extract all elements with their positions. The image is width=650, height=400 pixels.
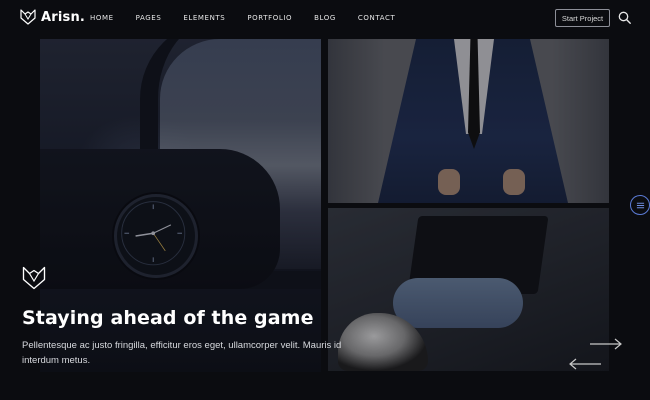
fox-head-icon <box>22 266 46 290</box>
brand-logo[interactable]: Arisn. <box>20 9 85 25</box>
site-header: Arisn. HOME PAGES ELEMENTS PORTFOLIO BLO… <box>0 0 650 36</box>
slide-description: Pellentesque ac justo fringilla, efficit… <box>22 340 342 366</box>
brand-name: Arisn. <box>41 9 86 25</box>
search-icon[interactable] <box>618 11 631 24</box>
nav-item-contact[interactable]: CONTACT <box>358 14 395 22</box>
nav-item-blog[interactable]: BLOG <box>314 14 336 22</box>
nav-item-pages[interactable]: PAGES <box>136 14 162 22</box>
nav-item-elements[interactable]: ELEMENTS <box>183 14 225 22</box>
slide-title: Staying ahead of the game <box>22 307 314 329</box>
arrow-right-icon[interactable] <box>589 338 623 350</box>
slide-image-suit[interactable] <box>328 39 609 203</box>
main-nav: HOME PAGES ELEMENTS PORTFOLIO BLOG CONTA… <box>90 14 417 22</box>
nav-item-portfolio[interactable]: PORTFOLIO <box>247 14 292 22</box>
start-project-button[interactable]: Start Project <box>555 9 610 27</box>
menu-icon <box>636 202 644 208</box>
fox-head-icon <box>20 9 36 25</box>
side-menu-button[interactable] <box>630 195 650 215</box>
slide-image-laptop[interactable] <box>328 208 609 371</box>
arrow-left-icon[interactable] <box>568 358 602 370</box>
nav-item-home[interactable]: HOME <box>90 14 114 22</box>
